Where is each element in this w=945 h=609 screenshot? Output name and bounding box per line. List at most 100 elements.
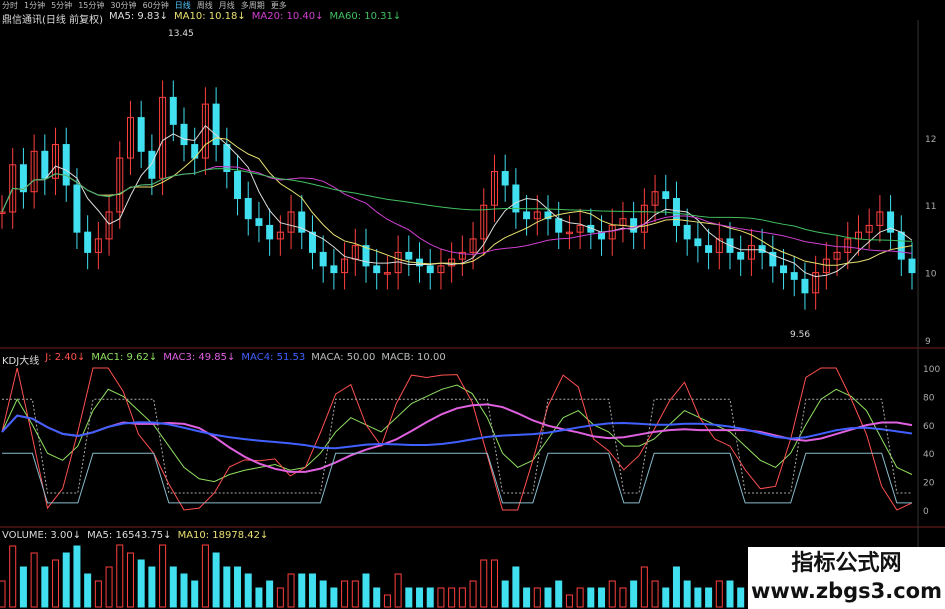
price-tick: 11 — [925, 202, 936, 212]
candle-body — [266, 224, 274, 240]
watermark-title: 指标公式网 — [791, 551, 902, 576]
period-tab[interactable]: 30分钟 — [110, 0, 136, 10]
indicator-label: MA20: 10.40↓ — [251, 11, 324, 22]
price-tick: 12 — [925, 135, 936, 145]
volume-bar — [244, 573, 252, 608]
candle-body — [694, 238, 702, 247]
candle-body — [501, 171, 509, 186]
volume-bar — [19, 566, 27, 608]
period-toolbar: 分时 1分钟 5分钟 15分钟 30分钟 60分钟 日线 周线 月线 多周期 更多 — [0, 0, 287, 10]
period-tab[interactable]: 更多 — [271, 0, 287, 10]
volume-bar — [480, 559, 488, 608]
low-price-label: 9.56 — [790, 330, 811, 340]
volume-bar — [180, 573, 188, 608]
volume-bar — [598, 587, 606, 608]
candle-body — [319, 251, 327, 267]
period-tab[interactable]: 60分钟 — [143, 0, 169, 10]
volume-bar — [672, 566, 680, 608]
volume-bar — [726, 580, 734, 608]
candle-body — [405, 251, 413, 260]
candle-body — [255, 218, 263, 226]
candle-body — [908, 258, 916, 274]
period-tab[interactable]: 1分钟 — [24, 0, 45, 10]
volume-bar — [126, 552, 134, 608]
volume-bar — [330, 587, 338, 608]
volume-bar — [287, 573, 295, 608]
volume-bar — [630, 580, 638, 608]
volume-bar — [501, 580, 509, 608]
volume-bar — [405, 587, 413, 608]
candle-body — [169, 96, 177, 125]
volume-legend: VOLUME: 3.00↓ MA5: 16543.75↓ MA10: 18978.4… — [2, 530, 268, 541]
volume-bar — [565, 594, 573, 608]
price-tick: 9 — [925, 337, 931, 347]
candle-body — [801, 278, 809, 294]
volume-bar — [694, 587, 702, 608]
stock-chart[interactable]: 12 11 10 9 100 80 60 40 20 0 — [0, 0, 945, 609]
period-tab[interactable]: 15分钟 — [78, 0, 104, 10]
kdj-tick: 20 — [923, 479, 935, 489]
indicator-label: VOLUME: 3.00↓ — [2, 530, 82, 541]
kdj-tick: 100 — [923, 365, 940, 375]
candle-body — [630, 218, 638, 233]
kdj-labels: J: 2.40↓ MAC1: 9.62↓ MAC3: 49.85↓ MAC4: 51.… — [45, 352, 445, 367]
volume-bar — [619, 587, 627, 608]
candle-body — [790, 272, 798, 280]
ma-labels: MA5: 9.83↓ MA10: 10.18↓ MA20: 10.40↓ MA60: … — [109, 11, 401, 26]
volume-bar — [651, 580, 659, 608]
kdj-tick: 80 — [923, 393, 935, 403]
kdj-mac4-line — [1, 414, 913, 450]
volume-bar — [62, 552, 70, 608]
period-tab[interactable]: 周线 — [197, 0, 213, 10]
kdj-legend: KDJ大线 J: 2.40↓ MAC1: 9.62↓ MAC3: 49.85↓ MAC… — [2, 352, 446, 367]
indicator-label: MACA: 50.00 — [311, 352, 376, 363]
period-tab[interactable]: 多周期 — [241, 0, 265, 10]
candle-body — [73, 184, 81, 233]
volume-bar — [94, 580, 102, 608]
volume-bar — [640, 566, 648, 608]
period-tab[interactable]: 月线 — [219, 0, 235, 10]
candle-body — [705, 245, 713, 253]
period-tab[interactable]: 日线 — [175, 0, 191, 10]
volume-bar — [169, 566, 177, 608]
candle-body — [897, 231, 905, 260]
candle-body — [180, 123, 188, 146]
volume-bar — [298, 573, 306, 608]
volume-bar — [448, 587, 456, 608]
volume-bar — [683, 580, 691, 608]
candle-body — [41, 150, 49, 179]
volume-bar — [469, 580, 477, 608]
kdj-tick: 0 — [923, 507, 929, 517]
kdj-j-line — [1, 367, 913, 511]
volume-bar — [116, 544, 124, 608]
candle-body — [84, 231, 92, 253]
indicator-label: MAC3: 49.85↓ — [163, 352, 236, 363]
candle-body — [555, 218, 563, 233]
volume-bar — [416, 587, 424, 608]
volume-bar — [73, 545, 81, 608]
indicator-label: J: 2.40↓ — [45, 352, 86, 363]
volume-bar — [426, 587, 434, 608]
period-tab[interactable]: 5分钟 — [51, 0, 72, 10]
volume-bar — [148, 566, 156, 608]
volume-bar — [276, 587, 284, 608]
volume-bar — [608, 580, 616, 608]
volume-bar — [555, 580, 563, 608]
period-tab[interactable]: 分时 — [2, 0, 18, 10]
volume-bar — [373, 587, 381, 608]
volume-bar — [234, 566, 242, 608]
candle-body — [426, 265, 434, 274]
candle-body — [148, 150, 156, 179]
ma-line — [1, 168, 913, 242]
volume-bar — [715, 580, 723, 608]
stock-title: 鼎信通讯(日线 前复权) — [2, 15, 103, 26]
price-tick: 10 — [925, 270, 937, 280]
volume-bar — [394, 573, 402, 608]
candle-body — [737, 251, 745, 260]
indicator-label: MA5: 9.83↓ — [108, 11, 169, 22]
kdj-step-line — [2, 452, 912, 504]
indicator-label: MA5: 16543.75↓ — [87, 530, 172, 541]
volume-bar — [544, 587, 552, 608]
volume-bar — [223, 566, 231, 608]
volume-bar — [84, 573, 92, 608]
